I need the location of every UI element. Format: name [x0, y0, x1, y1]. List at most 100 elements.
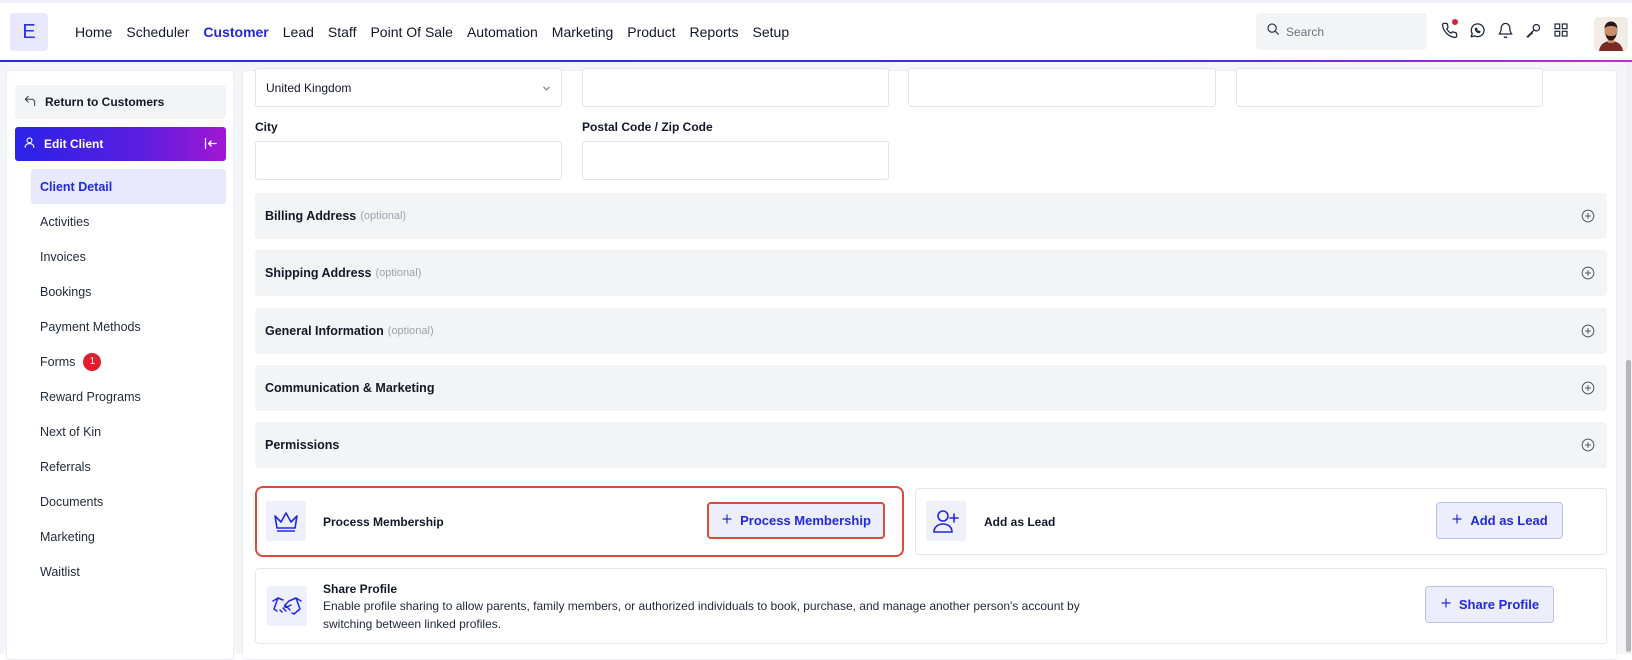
client-section-list: Client Detail Activities Invoices Bookin… [31, 169, 226, 589]
plus-icon [1440, 597, 1452, 612]
city-label: City [255, 120, 278, 134]
optional-tag: (optional) [375, 267, 422, 279]
bell-icon[interactable] [1496, 21, 1514, 39]
sidebar-item-label: Documents [40, 494, 104, 509]
nav-item-point-of-sale[interactable]: Point Of Sale [363, 24, 460, 40]
section-title: Shipping Address [265, 266, 372, 280]
share-profile-button-label: Share Profile [1458, 597, 1540, 612]
crown-icon [266, 501, 306, 541]
general-information-section[interactable]: General Information (optional) [255, 308, 1607, 354]
add-as-lead-button[interactable]: Add as Lead [1436, 502, 1563, 539]
user-icon [23, 136, 36, 152]
communication-marketing-section[interactable]: Communication & Marketing [255, 365, 1607, 411]
sidebar-item-activities[interactable]: Activities [31, 204, 226, 239]
process-membership-title: Process Membership [323, 515, 444, 529]
expand-plus-icon[interactable] [1581, 381, 1595, 400]
section-title: Billing Address [265, 209, 357, 223]
search-input[interactable] [1286, 24, 1416, 39]
plus-icon [1451, 513, 1463, 528]
nav-item-scheduler[interactable]: Scheduler [119, 24, 196, 40]
sidebar-item-label: Invoices [40, 249, 86, 264]
top-navigation-bar: E Home Scheduler Customer Lead Staff Poi… [0, 0, 1632, 63]
sidebar-item-referrals[interactable]: Referrals [31, 449, 226, 484]
sidebar-item-label: Referrals [40, 459, 91, 474]
add-user-icon [926, 501, 966, 541]
edit-client-label: Edit Client [44, 137, 104, 151]
search-box[interactable] [1256, 13, 1427, 50]
nav-item-home[interactable]: Home [68, 24, 119, 40]
expand-plus-icon[interactable] [1581, 324, 1595, 343]
sidebar-item-next-of-kin[interactable]: Next of Kin [31, 414, 226, 449]
sidebar-item-label: Activities [40, 214, 90, 229]
shipping-address-section[interactable]: Shipping Address (optional) [255, 250, 1607, 296]
section-title: Permissions [265, 438, 340, 452]
key-icon[interactable] [1524, 21, 1542, 39]
expand-plus-icon[interactable] [1581, 438, 1595, 457]
notification-dot [1452, 19, 1458, 25]
sidebar-item-forms[interactable]: Forms 1 [31, 344, 226, 379]
city-input[interactable] [255, 141, 562, 180]
plus-icon [721, 513, 733, 528]
main-content: United Kingdom City Postal Code / Zip Co… [242, 62, 1632, 660]
main-nav: Home Scheduler Customer Lead Staff Point… [68, 3, 796, 61]
add-as-lead-card: Add as Lead Add as Lead [915, 488, 1607, 555]
sidebar-item-bookings[interactable]: Bookings [31, 274, 226, 309]
whatsapp-icon[interactable] [1468, 21, 1486, 39]
scrollbar-thumb[interactable] [1626, 360, 1631, 652]
optional-tag: (optional) [387, 325, 434, 337]
sidebar-item-client-detail[interactable]: Client Detail [31, 169, 226, 204]
top-icon-group [1440, 19, 1570, 39]
billing-address-section[interactable]: Billing Address (optional) [255, 193, 1607, 239]
sidebar-item-label: Bookings [40, 284, 92, 299]
return-to-customers-button[interactable]: Return to Customers [15, 85, 226, 119]
sidebar-item-label: Marketing [40, 529, 95, 544]
nav-item-reports[interactable]: Reports [683, 24, 746, 40]
sidebar-item-label: Client Detail [40, 179, 113, 194]
optional-tag: (optional) [360, 210, 407, 222]
share-profile-title: Share Profile [323, 582, 398, 596]
permissions-section[interactable]: Permissions [255, 422, 1607, 468]
phone-icon[interactable] [1440, 19, 1458, 39]
client-detail-panel: United Kingdom City Postal Code / Zip Co… [242, 68, 1617, 660]
nav-item-automation[interactable]: Automation [460, 24, 545, 40]
process-membership-button[interactable]: Process Membership [707, 502, 885, 539]
process-membership-card: Process Membership Process Membership [255, 486, 904, 557]
grid-icon[interactable] [1552, 21, 1570, 39]
chevron-down-icon [541, 83, 552, 97]
collapse-sidebar-icon[interactable] [203, 136, 218, 154]
postal-code-input[interactable] [582, 141, 889, 180]
sidebar-item-label: Reward Programs [40, 389, 141, 404]
app-logo[interactable]: E [10, 13, 48, 51]
nav-item-customer[interactable]: Customer [196, 24, 275, 40]
section-title: General Information [265, 324, 384, 338]
country-value: United Kingdom [266, 80, 352, 95]
sidebar-item-documents[interactable]: Documents [31, 484, 226, 519]
nav-item-lead[interactable]: Lead [276, 24, 321, 40]
nav-item-marketing[interactable]: Marketing [545, 24, 620, 40]
nav-item-product[interactable]: Product [620, 24, 682, 40]
edit-client-header[interactable]: Edit Client [15, 127, 226, 161]
sidebar-item-label: Payment Methods [40, 319, 141, 334]
handshake-icon [267, 586, 307, 626]
address-field-3[interactable] [908, 68, 1216, 107]
expand-plus-icon[interactable] [1581, 209, 1595, 228]
logo-letter: E [22, 20, 36, 43]
nav-item-setup[interactable]: Setup [746, 24, 797, 40]
address-field-2[interactable] [582, 68, 889, 107]
user-avatar[interactable] [1594, 17, 1628, 51]
sidebar-item-marketing[interactable]: Marketing [31, 519, 226, 554]
share-profile-button[interactable]: Share Profile [1425, 586, 1554, 623]
sidebar-item-payment-methods[interactable]: Payment Methods [31, 309, 226, 344]
sidebar-item-reward-programs[interactable]: Reward Programs [31, 379, 226, 414]
postal-code-label: Postal Code / Zip Code [582, 120, 713, 134]
country-select[interactable]: United Kingdom [255, 68, 562, 107]
return-label: Return to Customers [45, 95, 165, 109]
sidebar-item-invoices[interactable]: Invoices [31, 239, 226, 274]
nav-item-staff[interactable]: Staff [321, 24, 364, 40]
page-scrollbar[interactable] [1625, 62, 1632, 654]
address-field-4[interactable] [1236, 68, 1543, 107]
expand-plus-icon[interactable] [1581, 266, 1595, 285]
sidebar-item-waitlist[interactable]: Waitlist [31, 554, 226, 589]
sidebar-item-label: Next of Kin [40, 424, 102, 439]
sidebar-item-label: Waitlist [40, 564, 80, 579]
